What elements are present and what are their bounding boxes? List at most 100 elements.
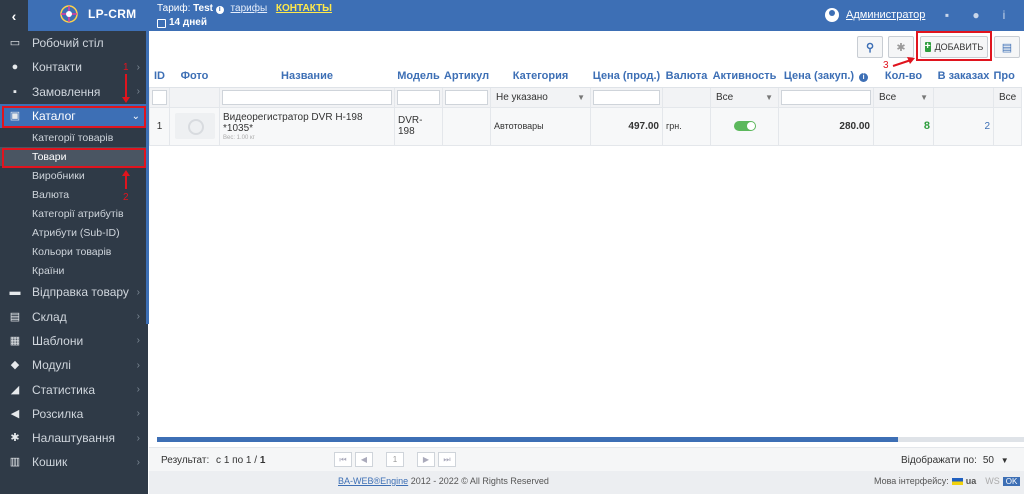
cell-name[interactable]: Видеорегистратор DVR H-198 *1035* Вес: 1… bbox=[219, 106, 395, 146]
column-header-purchase-price[interactable]: Цена (закуп.) i bbox=[778, 65, 874, 88]
cart-icon: ▪ bbox=[13, 85, 17, 98]
annotation-label-1: 1 bbox=[123, 62, 129, 73]
camera-placeholder-icon[interactable] bbox=[174, 113, 215, 139]
pagination: ⏮ ◀ 1 ▶ ⏭ bbox=[334, 452, 456, 467]
sidebar-item-modules[interactable]: ◆ Модулі › bbox=[0, 353, 148, 377]
cart-icon[interactable]: ▪ bbox=[940, 8, 954, 22]
column-header-price[interactable]: Цена (прод.) bbox=[590, 65, 663, 88]
first-page-icon[interactable]: ⏮ bbox=[334, 452, 352, 467]
filter-more-select[interactable]: Все bbox=[996, 90, 1019, 105]
column-header-article[interactable]: Артикул bbox=[442, 65, 491, 88]
filter-cell bbox=[442, 86, 491, 108]
export-button[interactable]: ▤ bbox=[994, 36, 1020, 58]
column-header-in-orders[interactable]: В заказах bbox=[933, 65, 994, 88]
prev-page-icon[interactable]: ◀ bbox=[355, 452, 373, 467]
info-icon[interactable]: i bbox=[215, 6, 224, 14]
caret-down-icon: ▼ bbox=[920, 92, 928, 102]
column-header-model[interactable]: Модель bbox=[394, 65, 443, 88]
table-footer: Результат: с 1 по 1 / 1 ⏮ ◀ 1 ▶ ⏭ Відобр… bbox=[149, 447, 1024, 471]
filter-price-input[interactable] bbox=[593, 89, 660, 105]
annotation-box-products bbox=[2, 148, 146, 168]
sidebar-subitem-countries[interactable]: Країни bbox=[0, 261, 148, 280]
puzzle-icon: ◆ bbox=[10, 359, 20, 372]
filter-qty-value: Все bbox=[879, 91, 897, 103]
column-header-category[interactable]: Категория bbox=[490, 65, 591, 88]
ukraine-flag-icon bbox=[951, 477, 963, 485]
column-header-currency[interactable]: Валюта bbox=[662, 65, 711, 88]
document-icon: ▤ bbox=[1001, 41, 1013, 54]
lang-code: ua bbox=[965, 476, 977, 486]
horizontal-scrollbar[interactable] bbox=[157, 437, 1024, 442]
product-weight: Вес: 1.00 кг bbox=[223, 134, 255, 141]
filter-activity-select[interactable]: Все ▼ bbox=[713, 90, 776, 105]
bell-icon[interactable]: ● bbox=[969, 8, 983, 22]
sidebar-item-mailing[interactable]: ◀ Розсилка › bbox=[0, 402, 148, 426]
annotation-arrow-3 bbox=[892, 57, 915, 67]
activity-toggle[interactable] bbox=[733, 121, 756, 131]
sidebar-item-label: Статистика bbox=[32, 382, 96, 397]
chevron-right-icon: › bbox=[136, 61, 140, 73]
copyright: BA-WEB®Engine 2012 - 2022 © All Rights R… bbox=[338, 476, 549, 486]
search-button[interactable]: ⚲ bbox=[857, 36, 883, 58]
sidebar-item-label: Розсилка bbox=[32, 406, 84, 421]
filter-cell: Все ▼ bbox=[873, 86, 934, 108]
copyright-link[interactable]: BA-WEB®Engine bbox=[338, 476, 408, 486]
sidebar-item-trash[interactable]: ▥ Кошик › bbox=[0, 450, 148, 474]
filter-row: Не указано ▼ Все ▼ Все ▼ Все bbox=[149, 86, 1023, 108]
column-header-photo[interactable]: Фото bbox=[169, 65, 220, 88]
column-header-activity[interactable]: Активность bbox=[710, 65, 779, 88]
user-name[interactable]: Администратор bbox=[846, 9, 925, 21]
table-header-row: ID Фото Название Модель Артикул Категори… bbox=[149, 65, 1022, 88]
page-number[interactable]: 1 bbox=[386, 452, 404, 467]
gear-icon: ✱ bbox=[896, 41, 906, 54]
filter-category-select[interactable]: Не указано ▼ bbox=[493, 90, 588, 105]
chevron-left-icon[interactable]: ‹ bbox=[0, 0, 28, 31]
contacts-link[interactable]: КОНТАКТЫ bbox=[276, 3, 332, 14]
settings-button[interactable]: ✱ bbox=[888, 36, 914, 58]
sidebar-item-statistics[interactable]: ◢ Статистика › bbox=[0, 377, 148, 401]
info-icon[interactable]: i bbox=[859, 72, 869, 82]
product-name[interactable]: Видеорегистратор DVR H-198 *1035* bbox=[223, 112, 391, 134]
template-icon: ▦ bbox=[9, 334, 21, 347]
sidebar-item-label: Замовлення bbox=[32, 84, 101, 99]
next-page-icon[interactable]: ▶ bbox=[417, 452, 435, 467]
column-header-name[interactable]: Название bbox=[219, 65, 395, 88]
sidebar-item-templates[interactable]: ▦ Шаблони › bbox=[0, 329, 148, 353]
filter-qty-select[interactable]: Все ▼ bbox=[876, 90, 931, 105]
column-header-id[interactable]: ID bbox=[149, 65, 170, 88]
filter-purchase-price-input[interactable] bbox=[781, 89, 871, 105]
filter-article-input[interactable] bbox=[445, 89, 488, 105]
sidebar-item-settings[interactable]: ✱ Налаштування › bbox=[0, 426, 148, 450]
filter-id-input[interactable] bbox=[152, 89, 167, 105]
tariffs-link[interactable]: тарифы bbox=[231, 3, 268, 14]
sidebar-item-desktop[interactable]: ▭ Робочий стіл bbox=[0, 31, 148, 55]
per-page-value: 50 bbox=[982, 455, 994, 466]
cell-article bbox=[442, 106, 491, 146]
cell-purchase-price: 280.00 bbox=[778, 106, 874, 146]
page-footer: BA-WEB®Engine 2012 - 2022 © All Rights R… bbox=[149, 471, 1024, 494]
logo[interactable]: LP-CRM bbox=[58, 3, 136, 25]
sidebar-subitem-product-categories[interactable]: Категорії товарів bbox=[0, 128, 148, 147]
sidebar-item-shipping[interactable]: ▬ Відправка товару › bbox=[0, 280, 148, 304]
column-header-more[interactable]: Про bbox=[993, 65, 1022, 88]
sidebar-subitem-attributes[interactable]: Атрибути (Sub-ID) bbox=[0, 223, 148, 242]
sidebar-subitem-attribute-categories[interactable]: Категорії атрибутів bbox=[0, 204, 148, 223]
per-page-select[interactable]: 50 ▼ bbox=[983, 455, 1009, 466]
user-menu[interactable]: Администратор bbox=[825, 8, 925, 22]
scrollbar-thumb[interactable] bbox=[157, 437, 898, 442]
sidebar-item-warehouse[interactable]: ▤ Склад › bbox=[0, 304, 148, 328]
result-label: Результат: bbox=[161, 455, 210, 466]
filter-name-input[interactable] bbox=[222, 89, 392, 105]
sidebar-subitem-colors[interactable]: Кольори товарів bbox=[0, 242, 148, 261]
filter-model-input[interactable] bbox=[397, 89, 440, 105]
copyright-text: 2012 - 2022 © All Rights Reserved bbox=[410, 476, 549, 486]
qty-value[interactable]: 8 bbox=[924, 120, 930, 132]
search-icon: ⚲ bbox=[865, 41, 875, 54]
language-switcher[interactable]: Мова інтерфейсу: ua WS OK bbox=[874, 476, 1021, 486]
info-circle-icon[interactable]: i bbox=[997, 8, 1011, 22]
last-page-icon[interactable]: ⏭ bbox=[438, 452, 456, 467]
filter-cell bbox=[149, 86, 170, 108]
chevron-right-icon: › bbox=[136, 432, 140, 444]
in-orders-value[interactable]: 2 bbox=[984, 121, 990, 132]
table-row[interactable]: 1 Видеорегистратор DVR H-198 *1035* Вес:… bbox=[149, 106, 1023, 146]
